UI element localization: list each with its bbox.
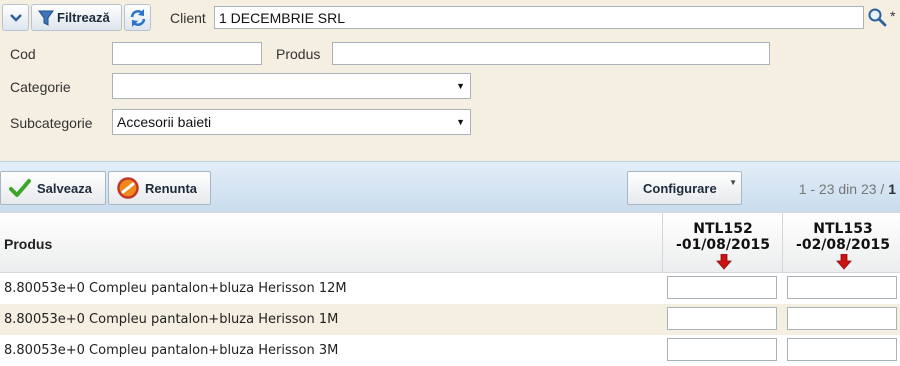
quantity-input[interactable] [787,338,897,361]
cod-input[interactable] [112,42,262,65]
cod-label: Cod [10,46,36,62]
checkmark-icon [9,179,31,197]
configure-button[interactable]: Configurare ▼ [627,171,742,205]
cancel-button-label: Renunta [145,180,197,196]
table-row: 8.80053e+0 Compleu pantalon+bluza Heriss… [0,273,900,304]
save-button[interactable]: Salveaza [0,171,106,205]
funnel-icon [38,10,54,26]
subcategorie-label: Subcategorie [10,115,93,131]
column-divider [782,213,783,273]
product-name-cell: 8.80053e+0 Compleu pantalon+bluza Heriss… [4,281,347,296]
no-entry-icon [117,177,139,199]
configure-button-label: Configurare [643,180,717,196]
refresh-button[interactable] [124,4,151,31]
refresh-icon [130,8,145,27]
quantity-input[interactable] [667,338,777,361]
categorie-label: Categorie [10,79,71,95]
dropdown-arrow-icon: ▼ [456,81,465,91]
pager-range: 1 - 23 din 23 / [798,181,885,197]
chevron-down-icon [9,13,22,22]
produs-input[interactable] [332,42,770,65]
client-label: Client [170,10,206,26]
column-header-ntl153: NTL153 -02/08/2015 [785,221,900,253]
copy-down-arrow-icon[interactable] [836,254,852,270]
filter-button-label: Filtrează [57,10,110,25]
client-input[interactable] [214,6,864,29]
pager-page[interactable]: 1 [888,181,896,197]
produs-label: Produs [276,46,321,62]
quantity-input[interactable] [787,276,897,299]
produs-column-header[interactable]: Produs [4,236,52,252]
column-header-line2: -02/08/2015 [796,237,890,253]
column-divider [662,213,663,273]
column-header-line2: -01/08/2015 [676,237,770,253]
required-mark: * [890,8,896,24]
dropdown-arrow-icon: ▼ [456,117,465,127]
collapse-button[interactable] [2,4,29,31]
quantity-input[interactable] [667,276,777,299]
copy-down-arrow-icon[interactable] [716,254,732,270]
grid-header: Produs NTL152 -01/08/2015 NTL153 -02/08/… [0,212,900,273]
cancel-button[interactable]: Renunta [108,171,211,205]
categorie-select[interactable]: ▼ [112,73,471,99]
save-button-label: Salveaza [37,180,92,196]
product-name-cell: 8.80053e+0 Compleu pantalon+bluza Heriss… [4,343,339,358]
quantity-input[interactable] [787,307,897,330]
table-row: 8.80053e+0 Compleu pantalon+bluza Heriss… [0,304,900,335]
caret-down-icon: ▼ [729,178,737,187]
filter-form: Cod Produs Categorie ▼ Subcategorie Acce… [0,36,900,161]
action-toolbar: Salveaza Renunta Configurare ▼ 1 - 23 di… [0,161,900,212]
product-name-cell: 8.80053e+0 Compleu pantalon+bluza Heriss… [4,312,339,327]
pager: 1 - 23 din 23 / 1 [799,181,896,197]
filter-bar: Filtrează Client * [0,0,900,36]
column-header-line1: NTL152 [693,221,753,237]
subcategorie-select-value: Accesorii baieti [117,114,212,130]
quantity-input[interactable] [667,307,777,330]
column-header-ntl152: NTL152 -01/08/2015 [665,221,781,253]
table-row: 8.80053e+0 Compleu pantalon+bluza Heriss… [0,335,900,366]
column-header-line1: NTL153 [813,221,873,237]
filter-button[interactable]: Filtrează [31,4,122,31]
search-icon[interactable] [867,7,887,27]
subcategorie-select[interactable]: Accesorii baieti ▼ [112,109,471,135]
